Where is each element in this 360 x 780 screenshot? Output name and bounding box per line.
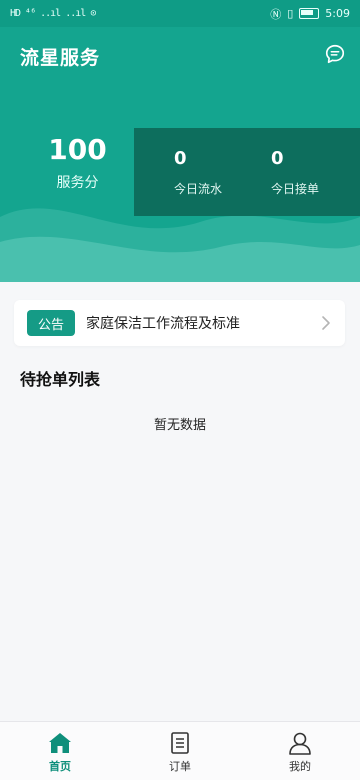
- today-orders-value: 0: [271, 148, 284, 169]
- order-icon: [171, 732, 189, 754]
- today-orders-stat: 0 今日接单: [271, 148, 319, 197]
- bottom-tab-bar: 首页 订单 我的: [0, 721, 360, 780]
- empty-state-text: 暂无数据: [153, 418, 206, 433]
- notice-text: 家庭保洁工作流程及标准: [86, 316, 240, 332]
- status-time: 5:09: [325, 7, 350, 20]
- status-bar: HD ⁴⁶ ..ıl ..ıl ⊙ Ⓝ ▯ 5:09: [0, 0, 360, 27]
- pending-orders-title: 待抢单列表: [20, 370, 101, 389]
- tab-mine-label: 我的: [289, 760, 311, 773]
- notice-tag: 公告: [27, 310, 75, 336]
- app-title: 流星服务: [20, 47, 101, 69]
- tab-mine[interactable]: 我的: [240, 722, 360, 780]
- user-icon: [289, 732, 311, 755]
- header-hero: 流星服务 100 服务分 0 今日流水 0 今日接单: [0, 27, 360, 282]
- chevron-right-icon: [322, 316, 330, 330]
- battery-icon: [299, 8, 320, 19]
- tab-orders-label: 订单: [169, 760, 191, 773]
- tab-home[interactable]: 首页: [0, 722, 120, 780]
- status-right: Ⓝ ▯ 5:09: [270, 6, 350, 22]
- chat-icon: [325, 44, 345, 64]
- service-score-value: 100: [48, 133, 107, 166]
- vibrate-icon: ▯: [287, 7, 294, 20]
- home-icon: [49, 733, 71, 753]
- notice-bar[interactable]: 公告 家庭保洁工作流程及标准: [14, 300, 345, 346]
- tab-home-label: 首页: [49, 760, 71, 773]
- message-button[interactable]: [324, 43, 346, 65]
- tab-orders[interactable]: 订单: [120, 722, 240, 780]
- today-flow-label: 今日流水: [174, 182, 223, 196]
- nfc-icon: Ⓝ: [270, 7, 282, 21]
- service-score: 100 服务分: [20, 132, 135, 192]
- signal-indicators: HD ⁴⁶ ..ıl ..ıl ⊙: [10, 8, 96, 19]
- today-orders-label: 今日接单: [271, 182, 320, 196]
- today-flow-value: 0: [174, 148, 187, 169]
- service-score-label: 服务分: [56, 175, 99, 191]
- stats-panel: 0 今日流水 0 今日接单: [134, 128, 360, 216]
- status-left: HD ⁴⁶ ..ıl ..ıl ⊙: [10, 8, 96, 19]
- today-flow-stat: 0 今日流水: [174, 148, 222, 197]
